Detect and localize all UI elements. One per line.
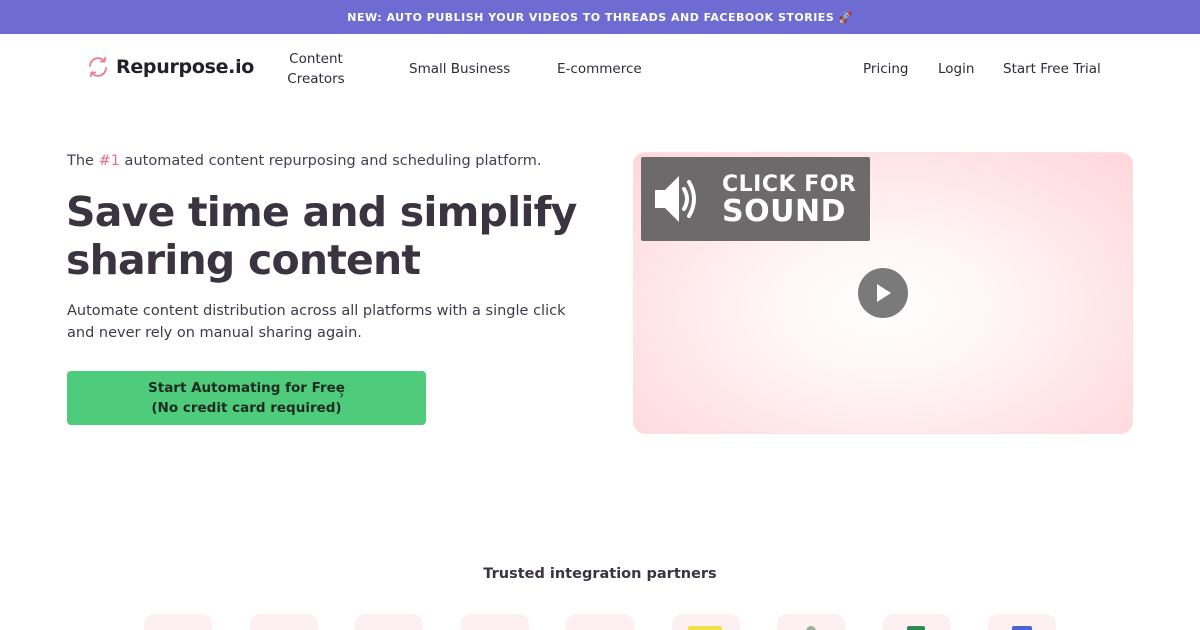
nav-link-content-creators-line2: Creators [287,71,345,87]
nav-link-pricing[interactable]: Pricing [863,61,909,77]
cta-label-line2: (No credit card required) [151,400,342,416]
announcement-text: NEW: AUTO PUBLISH YOUR VIDEOS TO THREADS… [347,10,853,24]
speaker-icon [655,176,696,222]
hero-tagline: The #1 automated content repurposing and… [67,153,542,169]
nav-link-small-business[interactable]: Small Business [409,61,510,77]
logo-link[interactable]: Repurpose.io [86,55,254,79]
partner-logo-tile [355,614,423,630]
partner-logo-mark [688,626,722,630]
partner-logo-tile [144,614,212,630]
click-for-sound-button[interactable]: CLICK FOR SOUND [641,157,870,241]
start-automating-button[interactable]: Start Automating for Free (No credit car… [67,371,426,425]
chevron-right-icon: › [339,388,345,403]
partner-logo-tile [883,614,951,630]
partner-logo-mark [907,626,925,630]
logo-text: Repurpose.io [116,56,255,78]
tagline-suffix: automated content repurposing and schedu… [119,153,542,169]
play-button[interactable] [858,268,908,318]
partner-logo-mark [806,626,816,630]
headline-line1: Save time and simplify [66,188,577,236]
partner-logo-tile [777,614,845,630]
partner-logo-tile [672,614,740,630]
hero-description: Automate content distribution across all… [67,303,566,341]
partner-logo-tile [461,614,529,630]
headline-line2: sharing content [66,236,421,284]
partner-logo-tile [250,614,318,630]
sound-text-line2: SOUND [722,194,846,229]
video-player[interactable]: CLICK FOR SOUND [633,152,1133,434]
partners-heading: Trusted integration partners [483,566,717,582]
repurpose-logo-icon [89,56,107,78]
nav-link-content-creators-line1: Content [289,51,343,67]
tagline-highlight: #1 [98,153,120,169]
top-navigation: Repurpose.io Content Creators Small Busi… [0,34,1200,104]
click-for-sound-text: CLICK FOR SOUND [722,172,856,229]
partner-logo-tile [988,614,1056,630]
nav-link-login[interactable]: Login [938,61,974,77]
partner-logo-tile [566,614,634,630]
cta-label-line1: Start Automating for Free [148,380,345,396]
play-icon [877,284,891,302]
tagline-prefix: The [67,153,99,169]
nav-link-start-free-trial[interactable]: Start Free Trial [1003,61,1101,77]
nav-link-content-creators[interactable]: Content Creators [280,49,352,89]
partner-logo-mark [1012,626,1032,630]
cta-label: Start Automating for Free (No credit car… [148,378,345,418]
announcement-bar[interactable]: NEW: AUTO PUBLISH YOUR VIDEOS TO THREADS… [0,0,1200,34]
nav-link-ecommerce[interactable]: E-commerce [557,61,642,77]
hero-headline: Save time and simplify sharing content [66,188,586,284]
